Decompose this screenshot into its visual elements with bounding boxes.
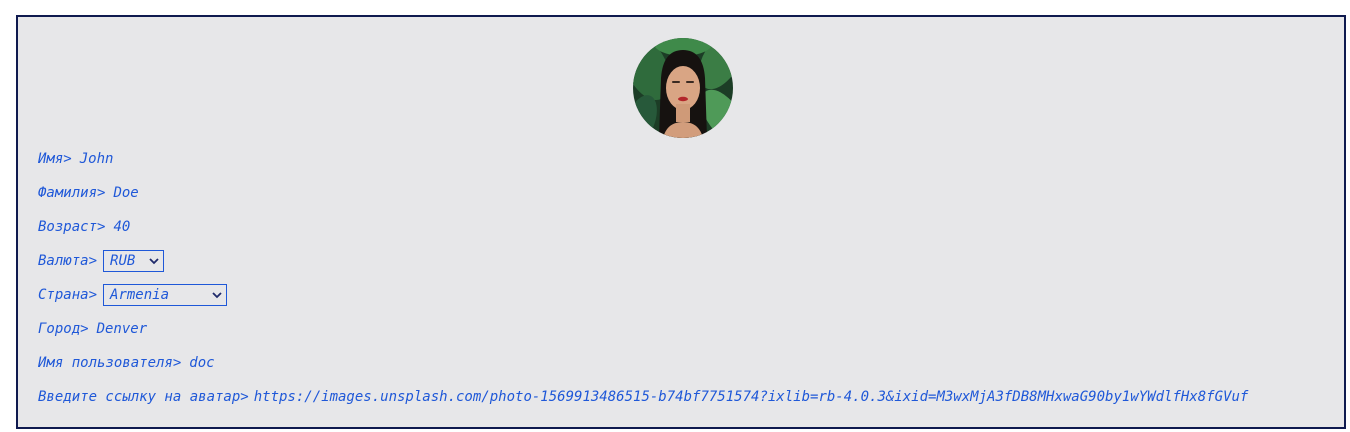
avatar-image [633,38,733,138]
currency-selected-value: RUB [110,253,136,269]
username-row: Имя пользователя> doc [38,351,215,375]
chevron-down-icon [212,291,222,299]
last-name-row: Фамилия> Doe [38,181,139,205]
last-name-label: Фамилия> [38,185,106,201]
avatar-url-value[interactable]: https://images.unsplash.com/photo-156991… [254,389,1249,405]
avatar-url-label: Введите ссылку на аватар> [38,389,249,405]
age-label: Возраст> [38,219,106,235]
city-row: Город> Denver [38,317,147,341]
age-row: Возраст> 40 [38,215,130,239]
last-name-value[interactable]: Doe [113,185,138,201]
country-row: Страна> Armenia [38,283,228,307]
username-label: Имя пользователя> [38,355,182,371]
country-selected-value: Armenia [110,287,170,303]
first-name-row: Имя> John [38,147,113,171]
avatar [633,38,733,138]
city-label: Город> [38,321,89,337]
first-name-value[interactable]: John [80,151,114,167]
avatar-url-row: Введите ссылку на аватар> https://images… [38,385,1248,409]
city-value[interactable]: Denver [97,321,148,337]
currency-label: Валюта> [38,253,98,269]
country-select[interactable]: Armenia [103,284,228,306]
country-label: Страна> [38,287,98,303]
chevron-down-icon [149,257,159,265]
currency-select[interactable]: RUB [103,250,165,272]
profile-card: Имя> John Фамилия> Doe Возраст> 40 Валют… [16,15,1346,429]
age-value[interactable]: 40 [113,219,130,235]
first-name-label: Имя> [38,151,72,167]
currency-row: Валюта> RUB [38,249,165,273]
username-value[interactable]: doc [189,355,214,371]
